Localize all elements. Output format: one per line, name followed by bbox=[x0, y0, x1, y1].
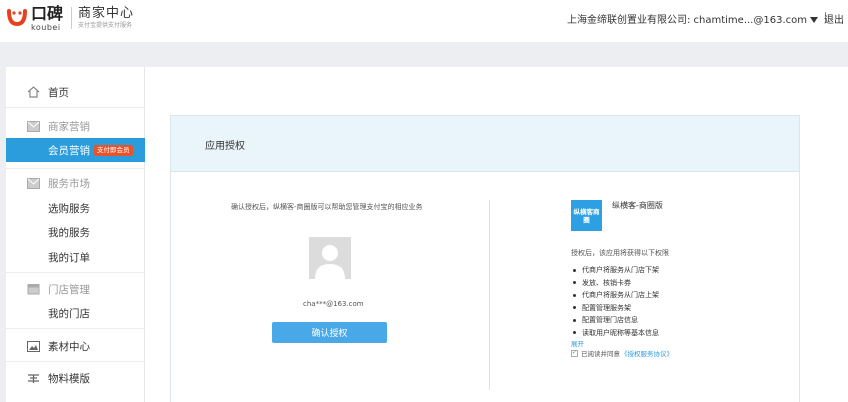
sidebar-category-marketing: 商家营销 bbox=[6, 114, 145, 138]
service-agreement-link[interactable]: 《授权服务协议》 bbox=[621, 348, 673, 358]
brand-name-en: koubei bbox=[31, 23, 61, 32]
koubei-logo-icon[interactable] bbox=[6, 6, 28, 28]
agreement-row: ✓ 已阅读并同意 《授权服务协议》 bbox=[571, 348, 673, 358]
list-item: 配置管理服务架 bbox=[571, 302, 659, 315]
sidebar-item-material[interactable]: 素材中心 bbox=[6, 334, 145, 358]
avatar bbox=[309, 237, 351, 279]
merchant-center-title: 商家中心 bbox=[78, 6, 135, 21]
sidebar-item-member-marketing[interactable]: 会员营销 支付即会员 bbox=[6, 138, 145, 162]
sidebar-category-label: 门店管理 bbox=[48, 283, 90, 296]
sidebar: 首页 商家营销 会员营销 支付即会员 服务市场 选购服务 我的服务 我的订单 门… bbox=[6, 67, 145, 402]
home-icon bbox=[26, 85, 40, 99]
brand-name-cn: 口碑 bbox=[31, 4, 64, 23]
store-icon bbox=[26, 282, 40, 296]
sidebar-item-my-orders[interactable]: 我的订单 bbox=[6, 245, 145, 269]
agree-text: 已阅读并同意 bbox=[581, 350, 620, 358]
authorization-panel: 应用授权 确认授权后，纵横客-商圈版可以帮助您管理支付宝的相应业务 cha***… bbox=[170, 115, 800, 402]
list-item: 代商户将服务从门店上架 bbox=[571, 289, 659, 302]
bullet-icon bbox=[573, 268, 576, 272]
sidebar-item-label: 我的服务 bbox=[48, 226, 90, 239]
sidebar-item-label: 首页 bbox=[48, 86, 69, 99]
app-logo: 纵横客商圈 bbox=[571, 200, 602, 231]
sidebar-item-label: 会员营销 bbox=[48, 144, 90, 157]
image-icon bbox=[26, 339, 40, 353]
account-email: cha***@163.com bbox=[303, 300, 364, 308]
panel-header: 应用授权 bbox=[171, 116, 799, 172]
sidebar-item-label: 素材中心 bbox=[48, 340, 90, 353]
brand-divider bbox=[71, 7, 72, 29]
logout-link[interactable]: 退出 bbox=[824, 11, 844, 26]
list-item: 发放、核销卡券 bbox=[571, 277, 659, 290]
list-item: 读取用户昵称等基本信息 bbox=[571, 327, 659, 340]
sidebar-item-my-store[interactable]: 我的门店 bbox=[6, 301, 145, 325]
agree-checkbox[interactable]: ✓ bbox=[571, 349, 578, 357]
sidebar-divider bbox=[6, 361, 145, 362]
sidebar-category-store: 门店管理 bbox=[6, 277, 145, 301]
bullet-icon bbox=[573, 281, 576, 285]
list-item: 配置管理门店信息 bbox=[571, 314, 659, 327]
caret-down-icon bbox=[810, 17, 818, 23]
brand[interactable]: 口碑 koubei bbox=[31, 4, 64, 33]
sidebar-category-label: 服务市场 bbox=[48, 177, 90, 190]
sidebar-divider bbox=[6, 272, 145, 273]
template-icon bbox=[26, 371, 40, 385]
bullet-icon bbox=[573, 331, 576, 335]
vertical-divider bbox=[489, 200, 490, 390]
sidebar-divider bbox=[6, 107, 145, 108]
user-silhouette-icon bbox=[315, 245, 345, 279]
account-dropdown[interactable]: 上海金缔联创置业有限公司: chamtime...@163.com bbox=[567, 11, 818, 26]
sidebar-item-label: 我的门店 bbox=[48, 307, 90, 320]
sidebar-item-buy-service[interactable]: 选购服务 bbox=[6, 196, 145, 220]
sidebar-item-template[interactable]: 物料模版 bbox=[6, 366, 145, 390]
bullet-icon bbox=[573, 293, 576, 297]
expand-link[interactable]: 展开 bbox=[571, 338, 584, 348]
sidebar-category-service-market: 服务市场 bbox=[6, 171, 145, 195]
panel-title: 应用授权 bbox=[205, 141, 245, 152]
sidebar-item-label: 物料模版 bbox=[48, 372, 90, 385]
sidebar-item-label: 我的订单 bbox=[48, 251, 90, 264]
app-name: 纵横客-商圈版 bbox=[612, 201, 663, 210]
sidebar-category-label: 商家营销 bbox=[48, 120, 90, 133]
pay-member-badge: 支付即会员 bbox=[94, 144, 133, 156]
list-item: 代商户将服务从门店下架 bbox=[571, 264, 659, 277]
sidebar-divider bbox=[6, 328, 145, 329]
merchant-center-subtitle: 支付宝提供支付服务 bbox=[78, 22, 133, 29]
envelope-icon bbox=[26, 176, 40, 190]
sidebar-item-my-service[interactable]: 我的服务 bbox=[6, 220, 145, 244]
authorization-description: 确认授权后，纵横客-商圈版可以帮助您管理支付宝的相应业务 bbox=[231, 203, 423, 211]
main-container: 首页 商家营销 会员营销 支付即会员 服务市场 选购服务 我的服务 我的订单 门… bbox=[6, 67, 848, 402]
sidebar-item-label: 选购服务 bbox=[48, 202, 90, 215]
bullet-icon bbox=[573, 318, 576, 322]
envelope-icon bbox=[26, 119, 40, 133]
account-name: 上海金缔联创置业有限公司: chamtime...@163.com bbox=[566, 15, 807, 26]
permission-list: 代商户将服务从门店下架 发放、核销卡券 代商户将服务从门店上架 配置管理服务架 … bbox=[571, 264, 659, 339]
sidebar-item-home[interactable]: 首页 bbox=[6, 80, 145, 104]
sidebar-divider bbox=[6, 168, 145, 169]
confirm-authorization-button[interactable]: 确认授权 bbox=[272, 322, 387, 343]
bullet-icon bbox=[573, 306, 576, 310]
permission-heading: 授权后，该应用将获得以下权限 bbox=[571, 249, 669, 257]
top-header: 口碑 koubei 商家中心 支付宝提供支付服务 上海金缔联创置业有限公司: c… bbox=[0, 0, 848, 42]
